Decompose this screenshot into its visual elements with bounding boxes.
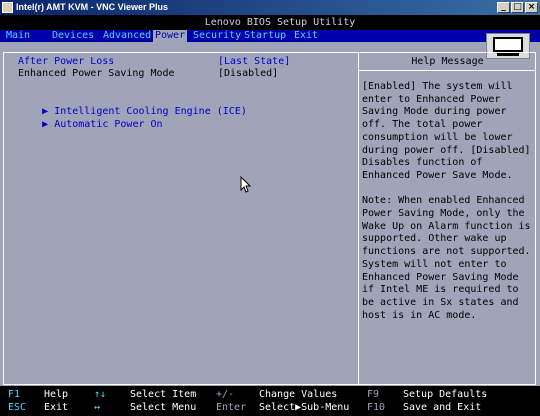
key-f9-desc: Setup Defaults (403, 389, 488, 400)
bios-screen: Lenovo BIOS Setup Utility Main Devices A… (0, 15, 540, 416)
submenu-automatic-power-on-label: Automatic Power On (54, 119, 163, 130)
bios-key-legend: F1 Help ↑↓ Select Item +/- Change Values… (0, 386, 540, 416)
key-leftright: ↔ (94, 402, 101, 413)
tab-advanced[interactable]: Advanced (101, 30, 153, 42)
key-leftright-desc: Select Menu (130, 402, 197, 413)
tab-power[interactable]: Power (153, 30, 188, 42)
setting-enhanced-power-saving-value[interactable]: [Disabled] (218, 68, 278, 80)
close-button[interactable]: × (525, 2, 538, 13)
vnc-app-icon[interactable] (2, 2, 13, 13)
key-plusminus-desc: Change Values (259, 389, 338, 400)
help-message-body: [Enabled] The system will enter to Enhan… (362, 81, 534, 335)
tab-devices[interactable]: Devices (50, 30, 96, 42)
key-f10: F10 (367, 402, 386, 413)
key-esc-desc: Exit (44, 402, 69, 413)
maximize-button[interactable]: □ (511, 2, 524, 13)
submenu-automatic-power-on[interactable]: ▶ Automatic Power On (6, 107, 163, 143)
monitor-screen-shape (493, 37, 523, 52)
key-f1-desc: Help (44, 389, 69, 400)
key-enter-desc: Select▶Sub-Menu (259, 402, 350, 413)
key-updown: ↑↓ (94, 389, 107, 400)
help-panel-title: Help Message (411, 56, 484, 67)
window-title: Intel(r) AMT KVM - VNC Viewer Plus (16, 2, 169, 12)
setting-enhanced-power-saving-label[interactable]: Enhanced Power Saving Mode (18, 68, 175, 80)
help-panel-divider (358, 52, 359, 385)
key-f1: F1 (8, 389, 21, 400)
key-esc: ESC (8, 402, 27, 413)
tab-main[interactable]: Main (4, 30, 32, 42)
tab-exit[interactable]: Exit (292, 30, 320, 42)
help-paragraph-note: Note: When enabled Enhanced Power Saving… (362, 195, 531, 321)
window-titlebar[interactable]: Intel(r) AMT KVM - VNC Viewer Plus _ □ × (0, 0, 540, 15)
setting-after-power-loss-label[interactable]: After Power Loss (18, 56, 114, 68)
bios-title: Lenovo BIOS Setup Utility (204, 17, 356, 28)
minimize-button[interactable]: _ (497, 2, 510, 13)
help-paragraph-enabled: [Enabled] The system will enter to Enhan… (362, 81, 531, 181)
setting-after-power-loss-value[interactable]: [Last State] (218, 56, 290, 68)
bios-menu-bar: Main Devices Advanced Power Security Sta… (0, 30, 540, 42)
bios-title-bar: Lenovo BIOS Setup Utility (0, 15, 540, 30)
vnc-viewer-window: Intel(r) AMT KVM - VNC Viewer Plus _ □ ×… (0, 0, 540, 416)
help-header-divider (359, 70, 536, 71)
tab-security[interactable]: Security (191, 30, 243, 42)
submenu-arrow-icon: ▶ (42, 119, 49, 130)
mouse-pointer-icon (240, 176, 252, 193)
key-updown-desc: Select Item (130, 389, 197, 400)
key-plusminus: +/- (216, 389, 235, 400)
key-f9: F9 (367, 389, 380, 400)
key-f10-desc: Save and Exit (403, 402, 482, 413)
tab-startup[interactable]: Startup (242, 30, 288, 42)
key-enter: Enter (216, 402, 247, 413)
